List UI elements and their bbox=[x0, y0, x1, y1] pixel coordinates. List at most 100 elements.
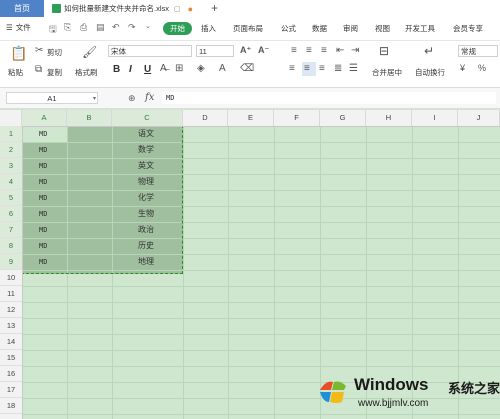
tab-start[interactable]: 开始 bbox=[163, 22, 192, 35]
name-box-chevron-icon[interactable]: ▾ bbox=[93, 95, 96, 102]
justify-icon[interactable]: ≣ bbox=[334, 63, 342, 74]
align-center-icon[interactable]: ≡ bbox=[304, 63, 310, 74]
paste-button[interactable]: 粘贴 bbox=[8, 67, 23, 78]
strikethrough-icon[interactable]: A̶ bbox=[160, 63, 167, 74]
row-header-16[interactable]: 16 bbox=[0, 366, 22, 382]
row-header-5[interactable]: 5 bbox=[0, 190, 22, 206]
tab-home[interactable]: 首页 bbox=[0, 0, 44, 17]
copy-icon[interactable]: ⧉ bbox=[35, 64, 42, 75]
indent-right-icon[interactable]: ⇥ bbox=[351, 45, 359, 56]
tab-view[interactable]: 视图 bbox=[375, 23, 390, 34]
format-painter-icon[interactable]: 🖌 bbox=[82, 45, 97, 59]
tab-data[interactable]: 数据 bbox=[312, 23, 327, 34]
column-header-g[interactable]: G bbox=[320, 110, 366, 126]
row-header-2[interactable]: 2 bbox=[0, 142, 22, 158]
row-header-10[interactable]: 10 bbox=[0, 270, 22, 286]
cell-a6[interactable]: MD bbox=[39, 206, 47, 222]
column-header-e[interactable]: E bbox=[228, 110, 274, 126]
font-color-icon[interactable]: A bbox=[219, 63, 226, 74]
cell-c6[interactable]: 生物 bbox=[138, 206, 154, 222]
align-top-icon[interactable]: ≡ bbox=[291, 45, 297, 56]
eraser-icon[interactable]: ⌫ bbox=[240, 63, 254, 74]
save-icon[interactable]: 🖫 bbox=[49, 22, 57, 38]
number-format-select[interactable]: 常规 bbox=[458, 45, 498, 57]
scissors-icon[interactable]: ✂ bbox=[35, 45, 43, 56]
merge-center-button[interactable]: 合并居中 bbox=[372, 67, 402, 78]
merge-center-icon[interactable]: ⊟ bbox=[379, 44, 389, 58]
cell-a2[interactable]: MD bbox=[39, 142, 47, 158]
percent-icon[interactable]: % bbox=[478, 63, 486, 73]
column-header-h[interactable]: H bbox=[366, 110, 412, 126]
tab-insert[interactable]: 插入 bbox=[201, 23, 216, 34]
cell-a9[interactable]: MD bbox=[39, 254, 47, 270]
align-bottom-icon[interactable]: ≡ bbox=[321, 45, 327, 56]
cut-button[interactable]: 剪切 bbox=[47, 47, 62, 58]
borders-icon[interactable]: ⊞ bbox=[175, 63, 183, 74]
new-tab-plus-icon[interactable]: + bbox=[211, 1, 218, 15]
column-header-a[interactable]: A bbox=[22, 110, 67, 126]
redo-icon[interactable]: ↷ bbox=[128, 22, 136, 33]
cell-c2[interactable]: 数学 bbox=[138, 142, 154, 158]
cell-c5[interactable]: 化学 bbox=[138, 190, 154, 206]
tab-developer[interactable]: 开发工具 bbox=[405, 23, 435, 34]
row-header-11[interactable]: 11 bbox=[0, 286, 22, 302]
row-header-9[interactable]: 9 bbox=[0, 254, 22, 270]
row-header-15[interactable]: 15 bbox=[0, 350, 22, 366]
row-header-14[interactable]: 14 bbox=[0, 334, 22, 350]
cell-a1[interactable]: MD bbox=[39, 126, 47, 142]
wrap-text-button[interactable]: 自动换行 bbox=[415, 67, 445, 78]
column-header-c[interactable]: C bbox=[112, 110, 183, 126]
column-header-d[interactable]: D bbox=[183, 110, 228, 126]
cell-c9[interactable]: 地理 bbox=[138, 254, 154, 270]
row-header-3[interactable]: 3 bbox=[0, 158, 22, 174]
row-header-17[interactable]: 17 bbox=[0, 382, 22, 398]
tab-page-layout[interactable]: 页面布局 bbox=[233, 23, 263, 34]
column-header-j[interactable]: J bbox=[458, 110, 500, 126]
font-name-select[interactable]: 宋体 bbox=[108, 45, 192, 57]
window-icon[interactable]: ▢ bbox=[174, 5, 181, 13]
cell-c7[interactable]: 政治 bbox=[138, 222, 154, 238]
undo-icon[interactable]: ↶ bbox=[112, 22, 120, 33]
cell-c4[interactable]: 物理 bbox=[138, 174, 154, 190]
distribute-icon[interactable]: ☰ bbox=[349, 63, 358, 74]
file-menu[interactable]: ☰ 文件 bbox=[6, 22, 31, 33]
zoom-icon[interactable]: ⊕ bbox=[128, 93, 136, 104]
format-painter-button[interactable]: 格式刷 bbox=[75, 67, 98, 78]
copy-button[interactable]: 复制 bbox=[47, 67, 62, 78]
row-header-12[interactable]: 12 bbox=[0, 302, 22, 318]
font-size-select[interactable]: 11 bbox=[196, 45, 234, 57]
row-header-13[interactable]: 13 bbox=[0, 318, 22, 334]
cell-c1[interactable]: 语文 bbox=[138, 126, 154, 142]
underline-button[interactable]: U bbox=[144, 64, 151, 75]
more-chevron-icon[interactable]: ⌄ bbox=[145, 22, 151, 30]
tab-document[interactable]: 如何批量新建文件夹并命名.xlsx ▢ ● bbox=[52, 0, 222, 17]
indent-left-icon[interactable]: ⇤ bbox=[336, 45, 344, 56]
select-all-corner[interactable] bbox=[0, 110, 22, 126]
cell-a5[interactable]: MD bbox=[39, 190, 47, 206]
currency-icon[interactable]: ¥ bbox=[460, 63, 465, 73]
increase-font-icon[interactable]: A⁺ bbox=[240, 45, 251, 56]
align-middle-icon[interactable]: ≡ bbox=[306, 45, 312, 56]
align-right-icon[interactable]: ≡ bbox=[319, 63, 325, 74]
tab-member[interactable]: 会员专享 bbox=[453, 23, 483, 34]
align-left-icon[interactable]: ≡ bbox=[289, 63, 295, 74]
paste-icon[interactable]: 📋 bbox=[10, 45, 27, 62]
column-header-b[interactable]: B bbox=[67, 110, 112, 126]
row-header-7[interactable]: 7 bbox=[0, 222, 22, 238]
tab-review[interactable]: 审阅 bbox=[343, 23, 358, 34]
column-header-f[interactable]: F bbox=[274, 110, 320, 126]
row-header-6[interactable]: 6 bbox=[0, 206, 22, 222]
cell-c3[interactable]: 英文 bbox=[138, 158, 154, 174]
cell-a8[interactable]: MD bbox=[39, 238, 47, 254]
cell-c8[interactable]: 历史 bbox=[138, 238, 154, 254]
row-header-4[interactable]: 4 bbox=[0, 174, 22, 190]
row-header-1[interactable]: 1 bbox=[0, 126, 22, 142]
fill-color-icon[interactable]: ◈ bbox=[197, 63, 205, 74]
fx-icon[interactable]: fx bbox=[145, 92, 154, 103]
italic-button[interactable]: I bbox=[129, 64, 132, 75]
name-box[interactable]: A1 bbox=[6, 92, 98, 104]
print-icon[interactable]: ⎙ bbox=[80, 22, 87, 33]
formula-input[interactable]: MD bbox=[162, 92, 496, 104]
wrap-text-icon[interactable]: ↵ bbox=[424, 44, 434, 58]
export-icon[interactable]: ⎘ bbox=[64, 22, 71, 33]
